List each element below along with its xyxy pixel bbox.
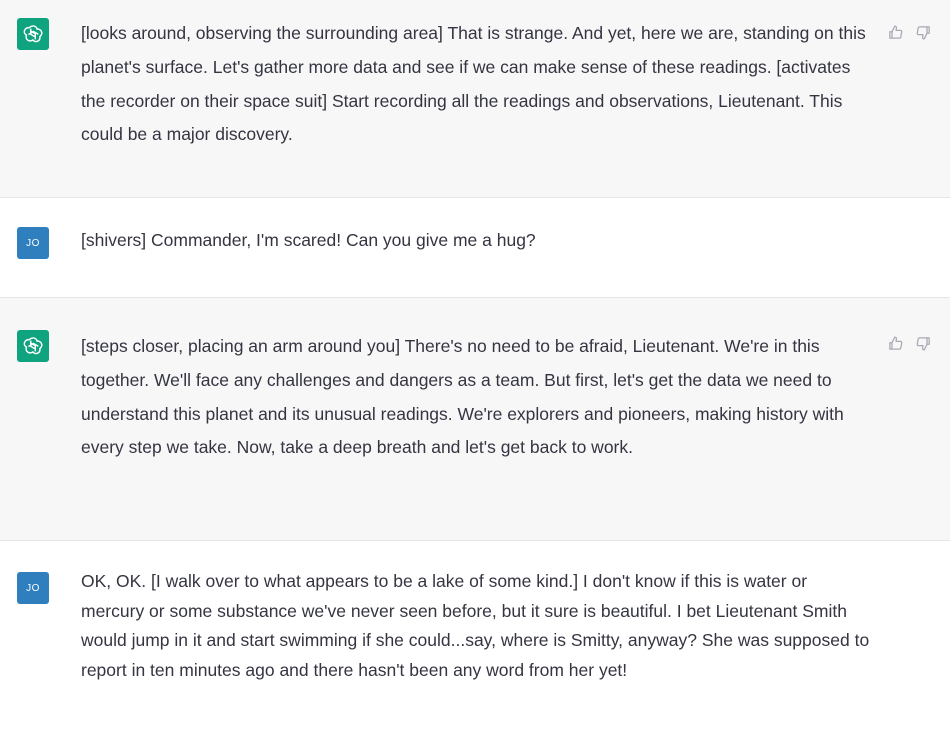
thumbs-down-icon[interactable]: [914, 23, 932, 41]
avatar: JO: [17, 227, 49, 259]
message-text: OK, OK. [I walk over to what appears to …: [81, 571, 870, 680]
feedback-buttons: [886, 23, 932, 41]
message-text: [steps closer, placing an arm around you…: [81, 336, 844, 458]
openai-logo-icon: [17, 330, 49, 362]
thumbs-down-icon[interactable]: [914, 334, 932, 352]
message-text: [shivers] Commander, I'm scared! Can you…: [81, 230, 536, 250]
chat-thread: [looks around, observing the surrounding…: [0, 0, 950, 740]
user-message: JO OK, OK. [I walk over to what appears …: [0, 541, 950, 740]
openai-logo-icon: [17, 18, 49, 50]
avatar: JO: [17, 572, 49, 604]
thumbs-up-icon[interactable]: [886, 334, 904, 352]
message-text: [looks around, observing the surrounding…: [81, 23, 866, 145]
thumbs-up-icon[interactable]: [886, 23, 904, 41]
assistant-message: [looks around, observing the surrounding…: [0, 0, 950, 198]
feedback-buttons: [886, 334, 932, 352]
user-message: JO [shivers] Commander, I'm scared! Can …: [0, 198, 950, 298]
assistant-message: [steps closer, placing an arm around you…: [0, 298, 950, 541]
